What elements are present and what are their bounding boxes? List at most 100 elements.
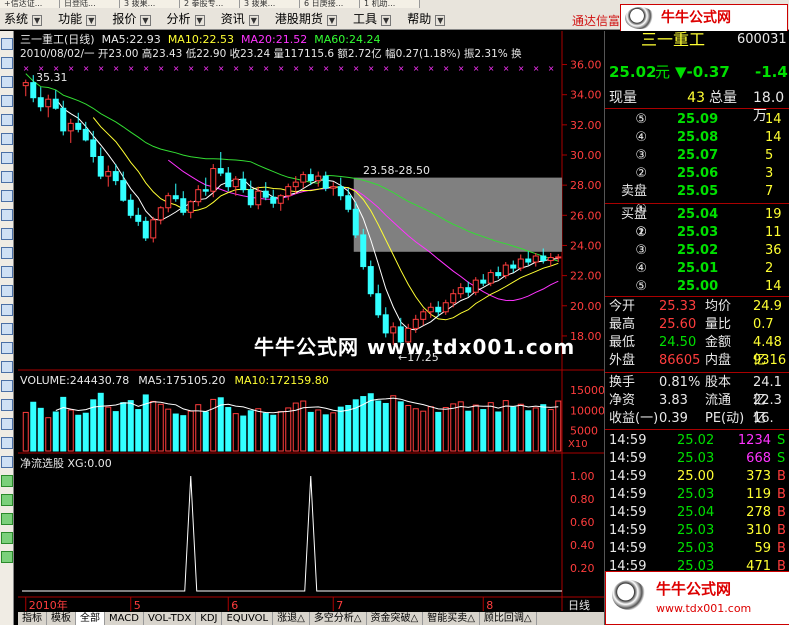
candle[interactable]	[555, 256, 562, 259]
site-logo-2[interactable]: 牛牛公式网 www.tdx001.com	[605, 571, 789, 625]
candle[interactable]	[82, 128, 89, 141]
candle[interactable]	[157, 207, 164, 221]
toolbar-icon[interactable]	[1, 494, 13, 506]
volume-bar[interactable]	[405, 405, 412, 452]
toolbar-icon[interactable]	[1, 418, 13, 430]
volume-bar[interactable]	[547, 409, 554, 452]
volume-bar[interactable]	[105, 406, 112, 452]
candle[interactable]	[187, 201, 194, 213]
volume-bar[interactable]	[457, 401, 464, 452]
menu-item[interactable]: 功能 ▼	[54, 11, 100, 28]
indicator-tab[interactable]: 多空分析△	[310, 612, 367, 625]
candle[interactable]	[352, 208, 359, 236]
volume-bar[interactable]	[225, 407, 232, 452]
volume-bar[interactable]	[517, 403, 524, 452]
toolbar-icon[interactable]	[1, 95, 13, 107]
candle[interactable]	[90, 139, 97, 158]
volume-bar[interactable]	[412, 408, 419, 452]
candle[interactable]	[277, 195, 284, 204]
volume-bar[interactable]	[157, 403, 164, 452]
indicator-tab[interactable]: EQUVOL	[222, 612, 274, 625]
volume-bar[interactable]	[150, 400, 157, 452]
candle[interactable]	[105, 171, 112, 177]
candle[interactable]	[345, 195, 352, 210]
toolbar-icon[interactable]	[1, 228, 13, 240]
indicator-tab[interactable]: MACD	[105, 612, 144, 625]
candle[interactable]	[360, 234, 367, 268]
window-tab[interactable]: 1 机助...	[360, 0, 420, 8]
indicator-tab[interactable]: 智能买卖△	[423, 612, 480, 625]
candle[interactable]	[262, 190, 269, 198]
toolbar-icon[interactable]	[1, 437, 13, 449]
candle[interactable]	[435, 306, 442, 313]
candle[interactable]	[495, 272, 502, 277]
candle[interactable]	[330, 186, 337, 189]
candle[interactable]	[232, 178, 239, 188]
candle[interactable]	[127, 199, 134, 216]
candle[interactable]	[135, 214, 142, 222]
candle[interactable]	[292, 181, 299, 188]
candle[interactable]	[525, 258, 532, 263]
volume-bar[interactable]	[30, 401, 37, 452]
candle[interactable]	[472, 279, 479, 293]
menu-item[interactable]: 分析 ▼	[163, 11, 209, 28]
toolbar-icon[interactable]	[1, 152, 13, 164]
volume-bar[interactable]	[247, 410, 254, 452]
kline-chart-area[interactable]: 36.00 34.00 32.00 30.00 28.00 26.00 24.00 22.00…	[18, 31, 604, 623]
candle[interactable]	[487, 272, 494, 284]
candle[interactable]	[465, 287, 472, 293]
volume-bar[interactable]	[480, 409, 487, 452]
indicator-tab[interactable]: 资金突破△	[367, 612, 424, 625]
volume-bar[interactable]	[202, 411, 209, 452]
toolbar-icon[interactable]	[1, 38, 13, 50]
candle[interactable]	[112, 171, 119, 182]
volume-bar[interactable]	[172, 413, 179, 452]
volume-bar[interactable]	[180, 415, 187, 452]
candle[interactable]	[315, 175, 322, 182]
candle[interactable]	[60, 107, 67, 132]
volume-bar[interactable]	[472, 404, 479, 452]
candle[interactable]	[142, 220, 149, 239]
volume-bar[interactable]	[330, 412, 337, 452]
window-tab[interactable]: +信达证...	[0, 0, 60, 8]
indicator-tab[interactable]: KDJ	[196, 612, 223, 625]
volume-bar[interactable]	[487, 402, 494, 452]
candle[interactable]	[37, 97, 44, 108]
menu-item[interactable]: 工具 ▼	[349, 11, 395, 28]
indicator-tab[interactable]: 模板	[47, 612, 76, 625]
candle[interactable]	[150, 219, 157, 239]
candle[interactable]	[75, 122, 82, 130]
volume-bar[interactable]	[127, 400, 134, 452]
volume-bar[interactable]	[285, 407, 292, 452]
candle[interactable]	[420, 311, 427, 320]
volume-bar[interactable]	[337, 406, 344, 452]
kline-svg[interactable]: 36.00 34.00 32.00 30.00 28.00 26.00 24.00 22.00…	[18, 31, 604, 623]
candle[interactable]	[457, 287, 464, 295]
candle[interactable]	[45, 98, 52, 108]
candle[interactable]	[517, 258, 524, 269]
candle[interactable]	[547, 257, 554, 262]
indicator-tab[interactable]: 涨退△	[273, 612, 310, 625]
volume-bar[interactable]	[435, 411, 442, 452]
toolbar-icon[interactable]	[1, 171, 13, 183]
window-tab[interactable]: 日登陆...	[60, 0, 120, 8]
volume-bar[interactable]	[277, 411, 284, 452]
menu-item[interactable]: 报价 ▼	[108, 11, 154, 28]
volume-bar[interactable]	[427, 406, 434, 452]
indicator-tab[interactable]: 指标	[18, 612, 47, 625]
candle[interactable]	[322, 175, 329, 189]
candle[interactable]	[300, 174, 307, 183]
toolbar-icon[interactable]	[1, 342, 13, 354]
candle[interactable]	[217, 168, 224, 174]
toolbar-icon[interactable]	[1, 380, 13, 392]
toolbar-icon[interactable]	[1, 285, 13, 297]
window-tab[interactable]: 6 日庚接...	[300, 0, 360, 8]
volume-bar[interactable]	[195, 404, 202, 452]
indicator-tab[interactable]: 顾比回调△	[480, 612, 537, 625]
candle[interactable]	[412, 318, 419, 329]
volume-bar[interactable]	[502, 400, 509, 452]
toolbar-icon[interactable]	[1, 475, 13, 487]
candle[interactable]	[30, 82, 37, 99]
candle[interactable]	[442, 302, 449, 313]
volume-bar[interactable]	[262, 412, 269, 452]
